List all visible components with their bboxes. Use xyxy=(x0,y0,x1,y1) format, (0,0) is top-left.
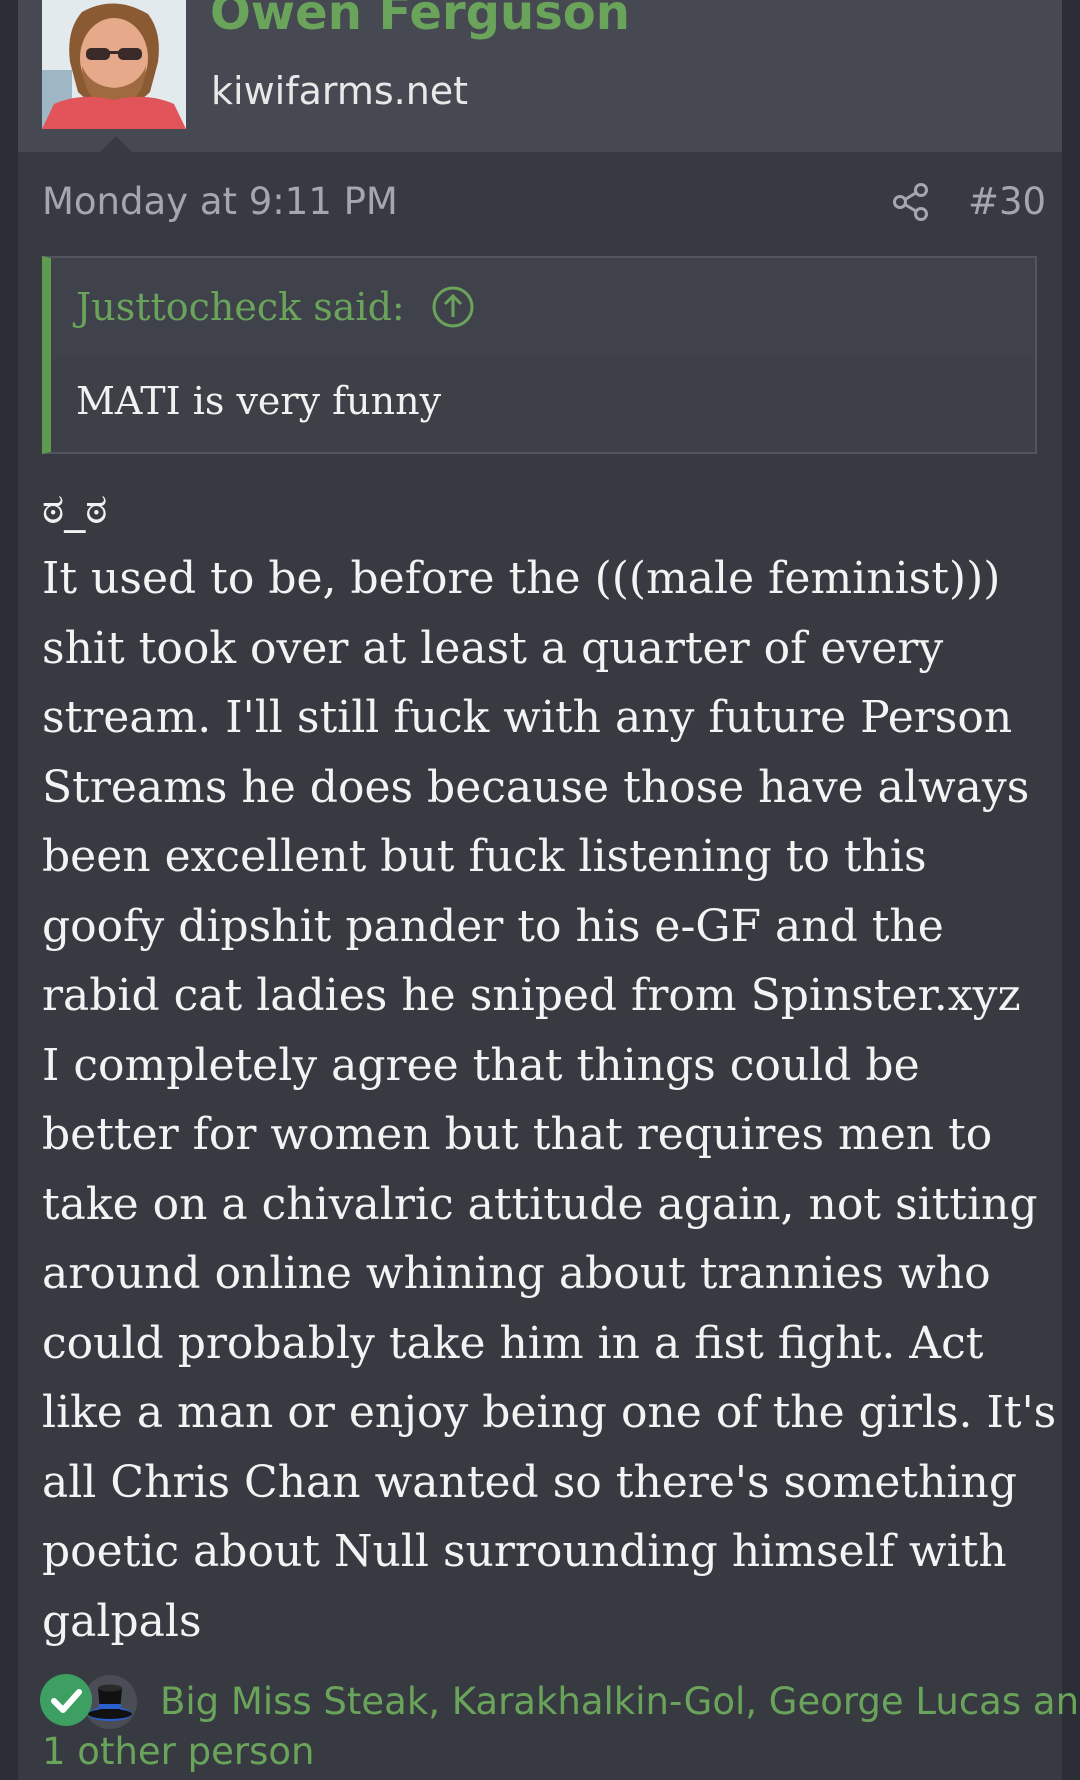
body-line: It used to be, before the (((male femini… xyxy=(42,553,1001,604)
quote-author[interactable]: Justtocheck said: xyxy=(76,281,405,333)
body-line: take on a chivalric attitude again, not … xyxy=(42,1178,1038,1230)
avatar[interactable] xyxy=(42,0,186,129)
body-line: all Chris Chan wanted so there's somethi… xyxy=(42,1456,1017,1508)
forum-post: Owen Ferguson kiwifarms.net Monday at 9:… xyxy=(18,0,1080,1780)
body-line: could probably take him in a fist fight.… xyxy=(42,1317,984,1369)
header-pointer xyxy=(100,136,132,152)
body-line: stream. I'll still fuck with any future … xyxy=(42,692,1013,743)
quote-block: Justtocheck said: MATI is very funny xyxy=(42,256,1037,454)
reactions-bar[interactable]: Big Miss Steak, Karakhalkin-Gol, George … xyxy=(40,1668,1080,1780)
post-date[interactable]: Monday at 9:11 PM xyxy=(42,176,398,228)
body-line: I completely agree that things could be xyxy=(42,1039,920,1091)
check-icon xyxy=(40,1674,92,1726)
body-line: goofy dipshit pander to his e-GF and the xyxy=(42,900,944,952)
body-line: poetic about Null surrounding himself wi… xyxy=(42,1526,1007,1577)
share-icon[interactable] xyxy=(891,182,931,222)
body-line: Streams he does because those have alway… xyxy=(42,761,1030,813)
reaction-others-link[interactable]: 1 other person xyxy=(42,1726,314,1778)
body-line: around online whining about trannies who xyxy=(42,1248,991,1299)
user-title: kiwifarms.net xyxy=(211,69,469,113)
post-number-link[interactable]: #30 xyxy=(968,176,1046,228)
post-body: It used to be, before the (((male femini… xyxy=(42,544,1057,1656)
quote-text: MATI is very funny xyxy=(76,379,442,423)
body-line: better for women but that requires men t… xyxy=(42,1109,993,1160)
post-header: Owen Ferguson kiwifarms.net xyxy=(18,0,1062,152)
body-line: galpals xyxy=(42,1595,202,1647)
body-line: been excellent but fuck listening to thi… xyxy=(42,831,927,882)
body-line: rabid cat ladies he sniped from Spinster… xyxy=(42,970,1021,1021)
arrow-up-circle-icon[interactable] xyxy=(431,285,475,329)
body-line: like a man or enjoy being one of the gir… xyxy=(42,1387,1057,1438)
body-line: shit took over at least a quarter of eve… xyxy=(42,622,944,674)
emoticon-text: ಠ_ಠ xyxy=(42,484,108,533)
username[interactable]: Owen Ferguson xyxy=(210,0,630,42)
reaction-icons[interactable] xyxy=(40,1674,140,1730)
reaction-users-link[interactable]: Big Miss Steak, Karakhalkin-Gol, George … xyxy=(160,1676,1080,1728)
